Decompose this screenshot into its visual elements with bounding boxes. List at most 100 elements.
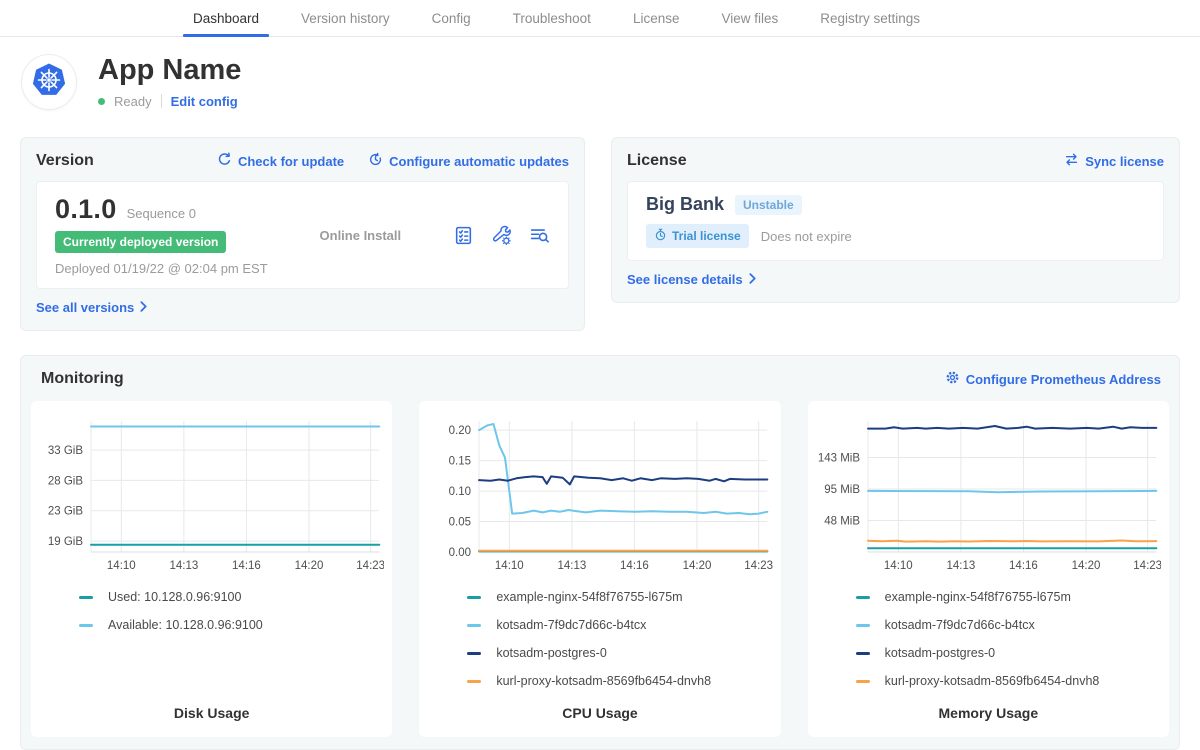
edit-config-link[interactable]: Edit config [171,94,238,109]
svg-text:14:10: 14:10 [495,560,524,572]
legend-label: kurl-proxy-kotsadm-8569fb6454-dnvh8 [496,674,711,688]
svg-text:0.20: 0.20 [449,425,471,437]
legend-item: kurl-proxy-kotsadm-8569fb6454-dnvh8 [856,674,1161,688]
sequence-label: Sequence 0 [127,206,196,221]
app-header: App Name Ready Edit config [0,37,1200,121]
tab-config[interactable]: Config [422,0,481,36]
tab-version-history[interactable]: Version history [291,0,400,36]
preflight-checklist-icon[interactable] [453,225,474,246]
legend-label: kurl-proxy-kotsadm-8569fb6454-dnvh8 [885,674,1100,688]
gear-icon [945,370,960,388]
legend-swatch [79,624,93,627]
svg-text:14:13: 14:13 [169,560,198,572]
svg-text:0.10: 0.10 [449,486,471,498]
legend-label: Used: 10.128.0.96:9100 [108,590,241,604]
svg-text:14:16: 14:16 [1009,560,1038,572]
channel-badge: Unstable [735,195,802,215]
tab-registry-settings[interactable]: Registry settings [810,0,930,36]
legend-swatch [856,596,870,599]
cards-row: Version Check for update [0,137,1200,331]
svg-text:14:20: 14:20 [295,560,324,572]
configure-prometheus-link[interactable]: Configure Prometheus Address [945,370,1161,388]
svg-text:14:20: 14:20 [683,560,712,572]
customer-name: Big Bank [646,194,724,215]
svg-text:14:10: 14:10 [884,560,913,572]
trial-license-badge: Trial license [646,224,749,248]
svg-text:0.15: 0.15 [449,456,471,468]
cpu-usage-title: CPU Usage [427,693,772,725]
license-card: License Sync license Big Bank Unstable [611,137,1180,303]
legend-item: example-nginx-54f8f76755-l675m [467,590,772,604]
svg-text:14:10: 14:10 [107,560,136,572]
svg-text:0.05: 0.05 [449,517,471,529]
deployed-version-box: 0.1.0 Sequence 0 Currently deployed vers… [36,181,569,289]
tab-view-files[interactable]: View files [711,0,788,36]
wrench-gear-config-icon[interactable] [491,225,512,246]
svg-text:14:16: 14:16 [620,560,649,572]
stopwatch-icon [654,228,667,244]
version-number: 0.1.0 [55,194,117,225]
disk-usage-title: Disk Usage [39,693,384,725]
tab-troubleshoot[interactable]: Troubleshoot [503,0,601,36]
see-license-details-link[interactable]: See license details [627,272,756,287]
configure-automatic-updates-link[interactable]: Configure automatic updates [368,152,569,170]
top-nav: Dashboard Version history Config Trouble… [0,0,1200,37]
version-card-title: Version [36,152,94,170]
svg-text:14:20: 14:20 [1071,560,1100,572]
svg-text:28 GiB: 28 GiB [48,475,84,487]
tab-license[interactable]: License [623,0,690,36]
svg-text:14:23: 14:23 [356,560,384,572]
cpu-usage-chart: 0.000.050.100.150.2014:1014:1314:1614:20… [427,413,772,578]
sync-license-link[interactable]: Sync license [1064,152,1164,170]
legend-label: Available: 10.128.0.96:9100 [108,618,263,632]
legend-swatch [467,652,481,655]
svg-text:14:13: 14:13 [558,560,587,572]
deployed-timestamp: Deployed 01/19/22 @ 02:04 pm EST [55,261,268,276]
deployed-status-badge: Currently deployed version [55,231,226,253]
legend-label: kotsadm-7f9dc7d66c-b4tcx [885,618,1035,632]
legend-item: kurl-proxy-kotsadm-8569fb6454-dnvh8 [467,674,772,688]
chevron-right-icon [749,272,756,287]
see-all-versions-link[interactable]: See all versions [36,300,147,315]
legend-item: Available: 10.128.0.96:9100 [79,618,384,632]
tab-dashboard[interactable]: Dashboard [183,0,269,36]
status-text: Ready [114,94,152,109]
monitoring-title: Monitoring [41,370,124,388]
kubernetes-wheel-icon [23,54,75,111]
svg-text:143 MiB: 143 MiB [817,453,860,465]
legend-label: kotsadm-postgres-0 [885,646,995,660]
clock-schedule-icon [368,152,383,170]
svg-text:14:23: 14:23 [1133,560,1161,572]
logs-magnifier-icon[interactable] [529,225,550,246]
install-type-label: Online Install [320,228,402,243]
status-dot-icon [98,98,105,105]
svg-text:14:23: 14:23 [745,560,773,572]
check-for-update-link[interactable]: Check for update [217,152,344,170]
legend-label: example-nginx-54f8f76755-l675m [496,590,682,604]
memory-usage-chart: 48 MiB95 MiB143 MiB14:1014:1314:1614:201… [816,413,1161,578]
svg-text:48 MiB: 48 MiB [824,516,860,528]
monitoring-section: Monitoring Configure Prometheus Address … [20,355,1180,750]
legend-swatch [856,680,870,683]
chevron-right-icon [140,300,147,315]
legend-label: example-nginx-54f8f76755-l675m [885,590,1071,604]
legend-swatch [467,680,481,683]
memory-usage-chart-card: 48 MiB95 MiB143 MiB14:1014:1314:1614:201… [808,401,1169,737]
license-details-box: Big Bank Unstable Trial license Does not… [627,181,1164,261]
app-avatar [22,55,76,109]
license-card-title: License [627,152,687,170]
legend-label: kotsadm-7f9dc7d66c-b4tcx [496,618,646,632]
version-card: Version Check for update [20,137,585,331]
swap-arrows-icon [1064,152,1079,170]
legend-swatch [79,596,93,599]
svg-text:23 GiB: 23 GiB [48,506,84,518]
svg-text:19 GiB: 19 GiB [48,536,84,548]
legend-swatch [856,652,870,655]
legend-item: kotsadm-postgres-0 [856,646,1161,660]
refresh-icon [217,152,232,170]
legend-swatch [467,624,481,627]
legend-item: example-nginx-54f8f76755-l675m [856,590,1161,604]
divider [161,94,162,108]
svg-text:14:16: 14:16 [232,560,261,572]
legend-item: kotsadm-postgres-0 [467,646,772,660]
